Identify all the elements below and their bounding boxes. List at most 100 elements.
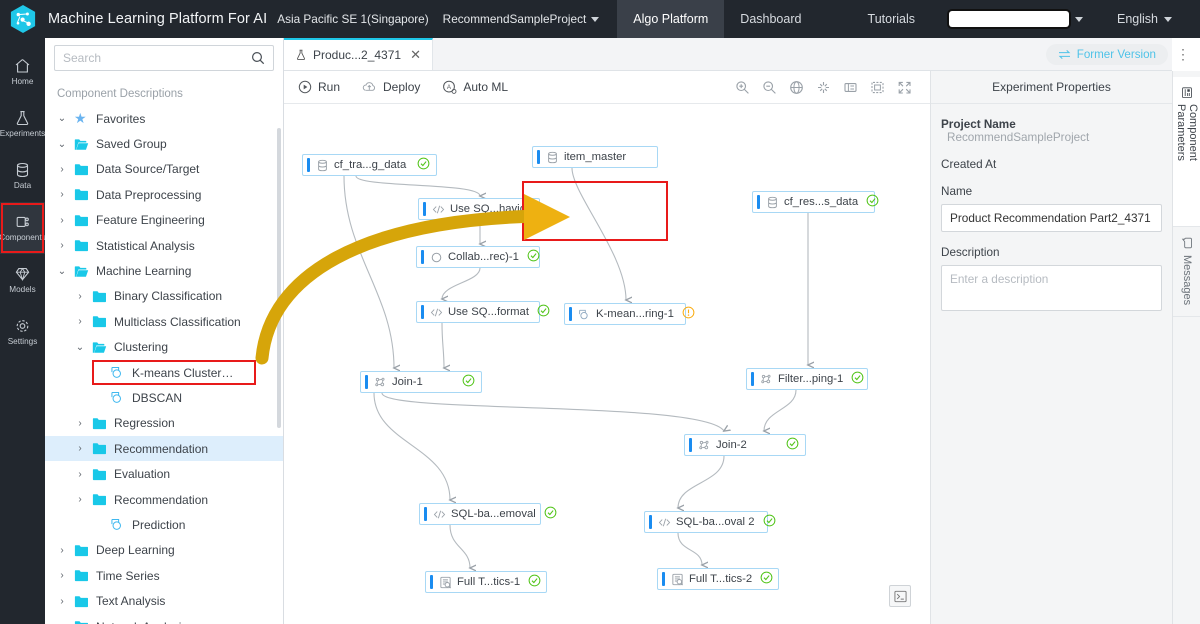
tree-item-data-preprocessing[interactable]: › Data Preprocessing [45,182,283,207]
canvas-node-full-tics2[interactable]: Full T...tics-2 [657,568,779,590]
chevron-down-icon[interactable]: ⌄ [57,113,67,124]
tree-item-deep-learning[interactable]: › Deep Learning [45,538,283,563]
canvas-node-collab-rec[interactable]: Collab...rec)-1 [416,246,540,268]
fullscreen-icon[interactable] [897,80,912,95]
chevron-right-icon[interactable]: › [57,545,67,556]
chevron-right-icon[interactable]: › [75,316,85,327]
account-menu[interactable] [935,11,1097,27]
region-label: Asia Pacific SE 1(Singapore) [277,12,429,26]
tree-item-clustering[interactable]: ⌄ Clustering [45,335,283,360]
canvas-node-join2[interactable]: Join-2 [684,434,806,456]
tree-item-label: Machine Learning [96,264,192,279]
vtab-component-parameters[interactable]: Component Parameters [1173,77,1200,227]
canvas-node-full-tics1[interactable]: Full T...tics-1 [425,571,547,593]
chevron-right-icon[interactable]: › [57,164,67,175]
chevron-down-icon[interactable]: ⌄ [57,139,67,150]
experiment-description-input[interactable] [941,265,1162,311]
canvas-node-cf-result[interactable]: cf_res...s_data [752,191,879,213]
layout-horizontal-icon[interactable] [843,80,858,95]
status-ok-icon [462,374,475,387]
tree-item-evaluation[interactable]: › Evaluation [45,461,283,486]
tree-item-favorites[interactable]: ⌄ ★ Favorites [45,106,283,131]
more-vertical-icon[interactable]: ⋮ [1172,38,1194,71]
tree-item-recommendation[interactable]: › Recommendation [45,436,283,462]
tree-item-time-series[interactable]: › Time Series [45,563,283,588]
chevron-right-icon[interactable]: › [57,240,67,251]
tree-item-recommendation[interactable]: › Recommendation [45,487,283,512]
rail-item-home[interactable]: Home [0,46,45,98]
tree-item-machine-learning[interactable]: ⌄ Machine Learning [45,258,283,283]
code-icon [432,203,450,216]
chevron-right-icon[interactable]: › [75,494,85,505]
former-version-button[interactable]: Former Version [1045,43,1168,65]
tree-item-multiclass-classification[interactable]: › Multiclass Classification [45,309,283,334]
close-icon[interactable]: ✕ [410,47,421,63]
rail-item-models[interactable]: Models [0,254,45,306]
language-menu[interactable]: English [1103,12,1186,26]
canvas-node-item-master[interactable]: item_master [532,146,658,168]
search-input[interactable] [63,51,251,65]
run-button[interactable]: Run [298,80,340,94]
canvas-node-use-sql-behavior[interactable]: Use SQ...havior [418,198,540,220]
rail-item-components[interactable]: Components [0,202,46,254]
zoom-out-icon[interactable] [762,80,777,95]
tutorials-link[interactable]: Tutorials [854,12,929,26]
tree-item-label: Deep Learning [96,543,175,558]
chevron-right-icon[interactable]: › [57,570,67,581]
canvas-node-use-sql-format[interactable]: Use SQ...format [416,301,550,323]
chevron-right-icon[interactable]: › [75,469,85,480]
auto-ml-button[interactable]: A Auto ML [442,80,508,95]
node-accent-bar [649,515,652,529]
rail-item-data[interactable]: Data [0,150,45,202]
tree-item-text-analysis[interactable]: › Text Analysis [45,588,283,613]
tree-item-network-analysis[interactable]: ›Network Analysis [45,614,283,624]
tree-item-k-means-cluster[interactable]: ›K-means Cluster… [45,359,283,386]
app-logo[interactable] [0,0,46,38]
canvas-node-sql-removal2[interactable]: SQL-ba...oval 2 [644,511,775,533]
tree-item-binary-classification[interactable]: › Binary Classification [45,284,283,309]
chevron-down-icon[interactable]: ⌄ [57,266,67,277]
vtab-messages[interactable]: Messages [1173,227,1200,317]
chevron-right-icon[interactable]: › [75,418,85,429]
component-tree-scrollbar[interactable] [277,128,281,428]
globe-icon[interactable] [789,80,804,95]
search-icon[interactable] [251,51,265,65]
console-toggle-button[interactable] [889,585,911,607]
rail-item-settings[interactable]: Settings [0,306,45,358]
rail-item-experiments[interactable]: Experiments [0,98,45,150]
project-selector[interactable]: RecommendSampleProject [443,12,600,26]
canvas-node-label: SQL-ba...emoval [451,508,536,520]
recenter-icon[interactable] [816,80,831,95]
experiment-canvas[interactable]: cf_tra...g_data item_master cf_res...s_dat… [284,104,930,624]
canvas-node-join1[interactable]: Join-1 [360,371,482,393]
tree-item-saved-group[interactable]: ⌄ Saved Group [45,131,283,156]
tree-item-data-source-target[interactable]: › Data Source/Target [45,157,283,182]
tree-item-regression[interactable]: › Regression [45,411,283,436]
tree-item-statistical-analysis[interactable]: › Statistical Analysis [45,233,283,258]
folder-icon [92,442,107,455]
chevron-right-icon[interactable]: › [75,291,85,302]
tree-item-feature-engineering[interactable]: › Feature Engineering [45,208,283,233]
nav-algo-platform[interactable]: Algo Platform [617,0,725,38]
editor-tab[interactable]: Produc...2_4371 ✕ [284,38,433,70]
chevron-right-icon[interactable]: › [57,215,67,226]
deploy-button[interactable]: Deploy [362,80,420,94]
canvas-node-sql-removal[interactable]: SQL-ba...emoval [419,503,557,525]
chevron-right-icon[interactable]: › [57,596,67,607]
zoom-in-icon[interactable] [735,80,750,95]
canvas-node-cf-train[interactable]: cf_tra...g_data [302,154,437,176]
tree-item-prediction[interactable]: ›Prediction [45,512,283,537]
canvas-node-filter-ping[interactable]: Filter...ping-1 [746,368,868,390]
experiment-name-input[interactable] [941,204,1162,232]
canvas-node-kmeans[interactable]: K-mean...ring-1 [564,303,695,325]
tree-item-dbscan[interactable]: ›DBSCAN [45,385,283,410]
folder-icon [92,290,107,303]
chevron-right-icon[interactable]: › [75,443,85,454]
chevron-down-icon[interactable]: ⌄ [75,342,85,353]
node-accent-bar [424,507,427,521]
fit-to-screen-icon[interactable] [870,80,885,95]
search-box[interactable] [54,45,274,71]
chevron-right-icon[interactable]: › [57,189,67,200]
properties-title: Experiment Properties [931,71,1172,104]
nav-dashboard[interactable]: Dashboard [724,0,817,38]
